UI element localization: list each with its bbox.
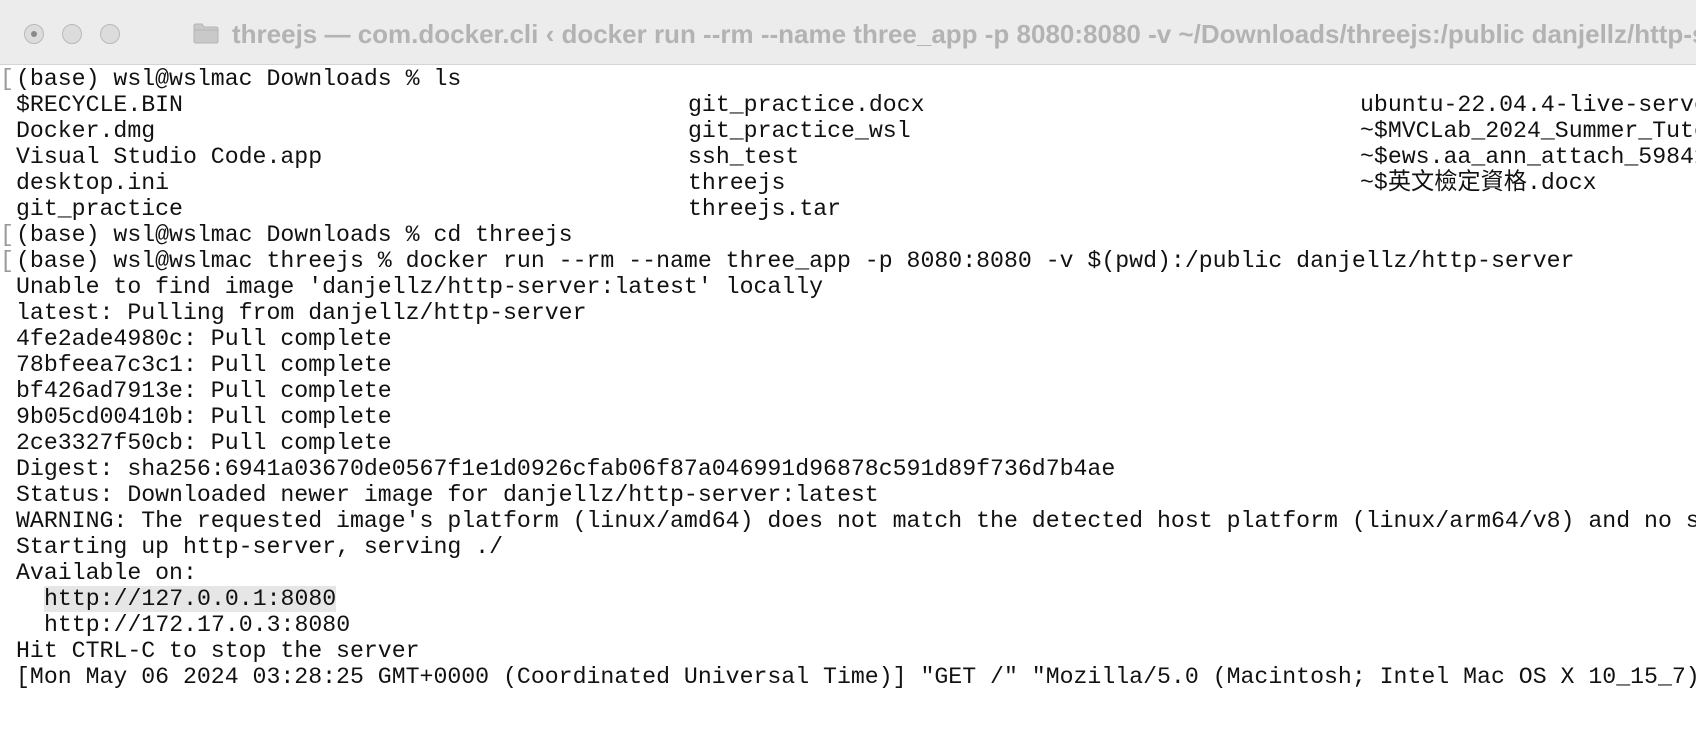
folder-icon [193, 23, 219, 44]
close-dot-icon [31, 31, 37, 37]
output-line: 4fe2ade4980c: Pull complete [16, 326, 392, 352]
ls-entry: threejs.tar [688, 196, 842, 222]
ls-entry: Docker.dmg [16, 118, 156, 144]
output-line: 78bfeea7c3c1: Pull complete [16, 352, 392, 378]
mark-bracket: [ [0, 222, 14, 248]
output-line: Available on: [16, 560, 197, 586]
url-local-link[interactable]: http://127.0.0.1:8080 [44, 585, 337, 613]
output-line: 2ce3327f50cb: Pull complete [16, 430, 392, 456]
ls-entry: threejs [688, 170, 786, 196]
ls-entry: git_practice_wsl [688, 118, 911, 144]
window-title: threejs — com.docker.cli ‹ docker run --… [232, 19, 1696, 49]
title-bar: threejs — com.docker.cli ‹ docker run --… [0, 0, 1696, 65]
ls-entry: ~$MVCLab_2024_Summer_Tutorial.docx [1360, 118, 1696, 144]
output-line: 9b05cd00410b: Pull complete [16, 404, 392, 430]
stop-hint: Hit CTRL-C to stop the server [16, 638, 420, 664]
prompt-line-ls: (base) wsl@wslmac Downloads % ls [16, 66, 462, 92]
mark-bracket: [ [0, 248, 14, 274]
terminal-output[interactable]: [ (base) wsl@wslmac Downloads % ls $RECY… [0, 65, 1696, 750]
close-window-button[interactable] [24, 24, 44, 44]
ls-entry: ssh_test [688, 144, 800, 170]
url-network-link[interactable]: http://172.17.0.3:8080 [44, 611, 350, 639]
output-line: Digest: sha256:6941a03670de0567f1e1d0926… [16, 456, 1116, 482]
minimize-window-button[interactable] [62, 24, 82, 44]
mark-bracket: [ [0, 66, 14, 92]
prompt-line-docker: (base) wsl@wslmac threejs % docker run -… [16, 248, 1575, 274]
ls-entry: Visual Studio Code.app [16, 144, 323, 170]
url-local-text: http://127.0.0.1:8080 [44, 586, 337, 612]
ls-entry: ~$英文檢定資格.docx [1360, 170, 1597, 196]
ls-entry: git_practice.docx [688, 92, 925, 118]
prompt-line-cd: (base) wsl@wslmac Downloads % cd threejs [16, 222, 573, 248]
ls-entry: $RECYCLE.BIN [16, 92, 183, 118]
output-line: bf426ad7913e: Pull complete [16, 378, 392, 404]
ls-entry: git_practice [16, 196, 183, 222]
maximize-window-button[interactable] [100, 24, 120, 44]
ls-entry: ubuntu-22.04.4-live-server-arm64.iso [1360, 92, 1696, 118]
output-line: Status: Downloaded newer image for danje… [16, 482, 879, 508]
ls-entry: desktop.ini [16, 170, 170, 196]
terminal-window: threejs — com.docker.cli ‹ docker run --… [0, 0, 1696, 750]
output-line: WARNING: The requested image's platform … [16, 508, 1696, 534]
output-line: latest: Pulling from danjellz/http-serve… [16, 300, 587, 326]
output-line: Starting up http-server, serving ./ [16, 534, 504, 560]
output-line: Unable to find image 'danjellz/http-serv… [16, 274, 824, 300]
request-log-line: [Mon May 06 2024 03:28:25 GMT+0000 (Coor… [16, 664, 1696, 690]
ls-entry: ~$ews.aa_ann_attach_598412.docx [1360, 144, 1696, 170]
